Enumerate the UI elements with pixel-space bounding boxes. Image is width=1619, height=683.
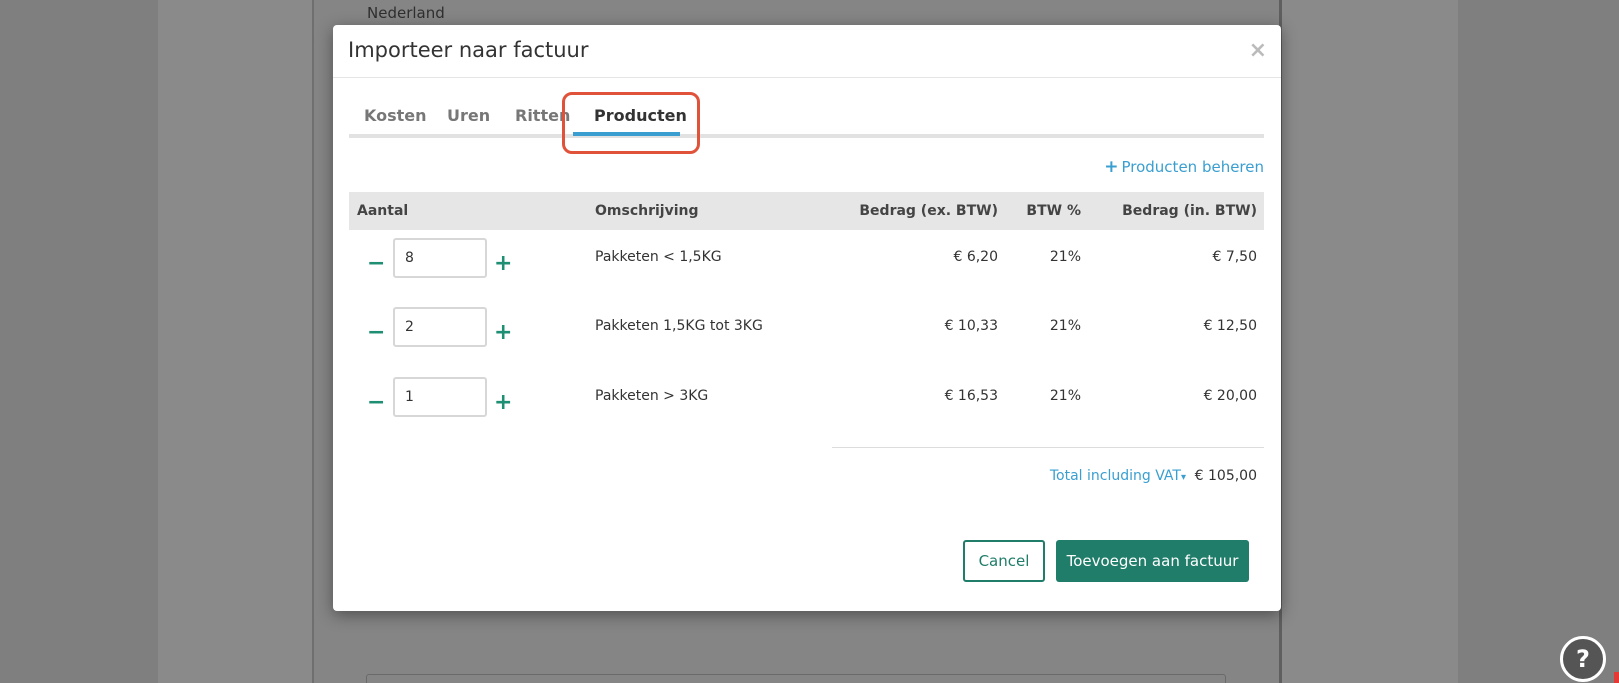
row-amount-ex: € 16,53: [944, 388, 998, 404]
row-amount-in: € 12,50: [1203, 318, 1257, 334]
header-vat: BTW %: [1026, 203, 1081, 219]
header-amount-ex: Bedrag (ex. BTW): [859, 203, 998, 219]
row-vat: 21%: [1049, 318, 1081, 334]
total-value: € 105,00: [1194, 468, 1257, 484]
plus-icon: +: [1104, 157, 1119, 177]
total-divider: [832, 447, 1264, 448]
header-amount-in: Bedrag (in. BTW): [1122, 203, 1257, 219]
row-amount-in: € 7,50: [1212, 249, 1257, 265]
manage-products-link[interactable]: + Producten beheren: [1104, 157, 1264, 177]
header-description: Omschrijving: [595, 203, 699, 219]
increase-quantity-button[interactable]: +: [494, 253, 512, 275]
table-header: Aantal Omschrijving Bedrag (ex. BTW) BTW…: [349, 192, 1264, 230]
quantity-input[interactable]: [393, 307, 487, 347]
help-button[interactable]: ?: [1560, 636, 1606, 682]
quantity-input[interactable]: [393, 377, 487, 417]
header-quantity: Aantal: [357, 203, 409, 219]
row-vat: 21%: [1049, 249, 1081, 265]
table-row: − + Pakketen 1,5KG tot 3KG € 10,33 21% €…: [349, 307, 1264, 367]
background-country-text: Nederland: [367, 4, 445, 22]
row-amount-ex: € 6,20: [953, 249, 998, 265]
active-tab-highlight: [562, 92, 700, 154]
modal-header: Importeer naar factuur ×: [333, 25, 1281, 78]
row-description: Pakketen > 3KG: [595, 388, 709, 404]
caret-down-icon: ▾: [1180, 472, 1186, 483]
tab-bar: Kosten Uren Ritten Producten: [349, 78, 1264, 138]
row-amount-in: € 20,00: [1203, 388, 1257, 404]
add-to-invoice-button[interactable]: Toevoegen aan factuur: [1056, 540, 1249, 582]
modal-title: Importeer naar factuur: [348, 38, 589, 62]
background-box: [366, 674, 1226, 683]
row-description: Pakketen 1,5KG tot 3KG: [595, 318, 763, 334]
quantity-input[interactable]: [393, 238, 487, 278]
decrease-quantity-button[interactable]: −: [367, 322, 385, 344]
import-modal: Importeer naar factuur × Kosten Uren Rit…: [333, 25, 1281, 611]
row-vat: 21%: [1049, 388, 1081, 404]
row-amount-ex: € 10,33: [944, 318, 998, 334]
red-corner-marker: [1614, 672, 1619, 683]
close-icon[interactable]: ×: [1249, 38, 1267, 63]
tab-kosten[interactable]: Kosten: [364, 106, 427, 125]
table-row: − + Pakketen > 3KG € 16,53 21% € 20,00: [349, 377, 1264, 437]
cancel-button[interactable]: Cancel: [963, 540, 1045, 582]
row-description: Pakketen < 1,5KG: [595, 249, 722, 265]
total-label-text: Total including VAT: [1049, 468, 1181, 484]
manage-products-label: Producten beheren: [1121, 158, 1264, 176]
tab-uren[interactable]: Uren: [447, 106, 490, 125]
increase-quantity-button[interactable]: +: [494, 322, 512, 344]
decrease-quantity-button[interactable]: −: [367, 253, 385, 275]
table-row: − + Pakketen < 1,5KG € 6,20 21% € 7,50: [349, 238, 1264, 298]
increase-quantity-button[interactable]: +: [494, 392, 512, 414]
total-vat-toggle[interactable]: Total including VAT▾: [1050, 468, 1186, 484]
decrease-quantity-button[interactable]: −: [367, 392, 385, 414]
